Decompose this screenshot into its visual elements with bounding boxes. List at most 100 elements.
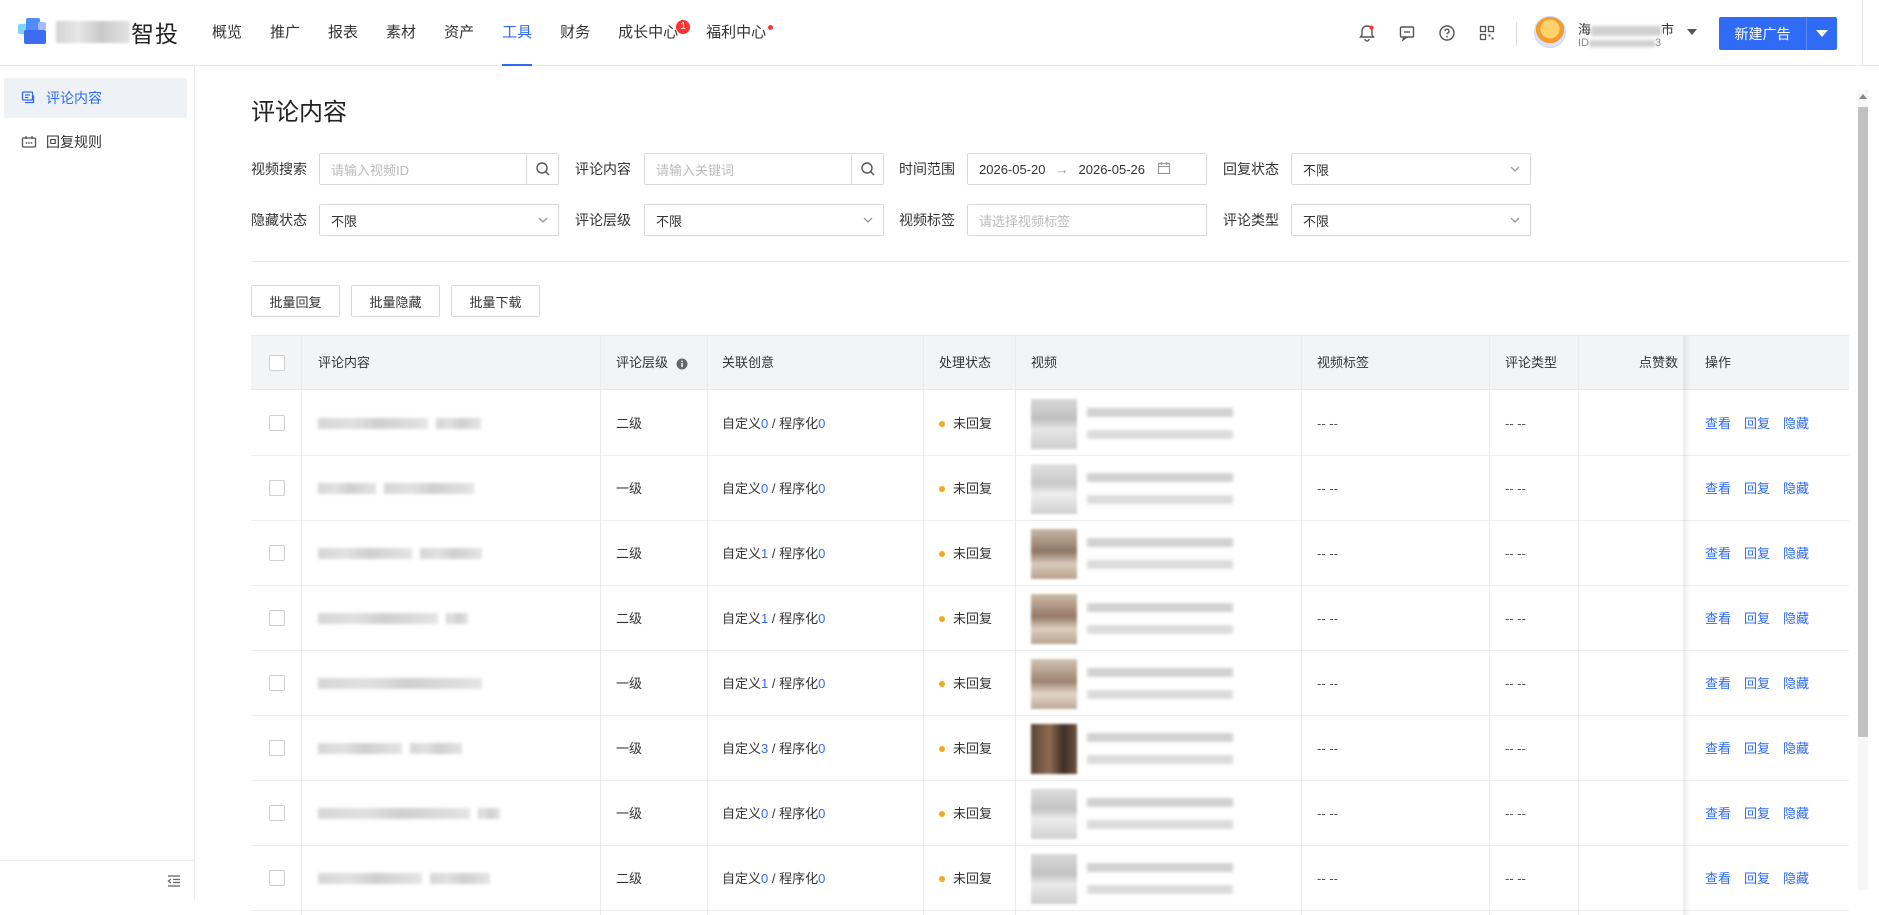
logo-text: 智投 [131,21,179,47]
scroll-up-icon[interactable] [1859,94,1867,99]
date-end[interactable]: 2026-05-26 [1079,162,1146,177]
comment-text-redacted[interactable] [318,548,412,559]
batch-reply-button[interactable]: 批量回复 [251,285,340,317]
nav-welfare-center[interactable]: 福利中心 [706,0,774,66]
hide-link[interactable]: 隐藏 [1783,456,1809,521]
reply-link[interactable]: 回复 [1744,521,1770,586]
hide-link[interactable]: 隐藏 [1783,521,1809,586]
nav-reports[interactable]: 报表 [328,0,358,66]
video-cell[interactable] [1015,586,1301,651]
view-link[interactable]: 查看 [1705,456,1731,521]
comment-text-redacted[interactable] [318,743,402,754]
reply-link[interactable]: 回复 [1744,781,1770,846]
batch-download-button[interactable]: 批量下载 [451,285,540,317]
new-ad-label[interactable]: 新建广告 [1719,17,1807,50]
row-checkbox[interactable] [269,545,285,561]
video-tag-select[interactable]: 请选择视频标签 [967,204,1207,236]
nav-materials[interactable]: 素材 [386,0,416,66]
user-name[interactable]: 海市 [1578,19,1674,38]
hide-link[interactable]: 隐藏 [1783,651,1809,716]
comment-text-redacted[interactable] [318,483,376,494]
select-all-checkbox[interactable] [269,355,285,371]
sidebar-item-reply-rules[interactable]: 回复规则 [4,122,187,162]
view-link[interactable]: 查看 [1705,391,1731,456]
hide-link[interactable]: 隐藏 [1783,716,1809,781]
row-checkbox[interactable] [269,415,285,431]
video-thumbnail[interactable] [1031,659,1077,709]
comment-text-redacted[interactable] [318,613,438,624]
new-ad-dropdown[interactable] [1807,17,1837,50]
vertical-scrollbar[interactable] [1855,90,1869,900]
new-ad-button[interactable]: 新建广告 [1719,17,1837,50]
date-start[interactable]: 2026-05-20 [968,162,1046,177]
video-thumbnail[interactable] [1031,594,1077,644]
video-thumbnail[interactable] [1031,399,1077,449]
message-icon[interactable] [1396,22,1418,44]
reply-link[interactable]: 回复 [1744,391,1770,456]
reply-link[interactable]: 回复 [1744,846,1770,911]
reply-link[interactable]: 回复 [1744,716,1770,781]
video-thumbnail[interactable] [1031,724,1077,774]
row-checkbox[interactable] [269,805,285,821]
video-cell[interactable] [1015,846,1301,911]
video-cell[interactable] [1015,716,1301,781]
comment-text-redacted[interactable] [318,808,470,819]
comment-text-redacted[interactable] [318,873,422,884]
comment-text-redacted[interactable] [318,678,482,689]
comment-type-select[interactable]: 不限 [1291,204,1531,236]
video-cell[interactable] [1015,391,1301,456]
row-checkbox[interactable] [269,870,285,886]
search-icon[interactable] [526,154,558,184]
apps-icon[interactable] [1476,22,1498,44]
batch-hide-button[interactable]: 批量隐藏 [351,285,440,317]
nav-finance[interactable]: 财务 [560,0,590,66]
logo[interactable]: 智投 [18,16,179,48]
video-thumbnail[interactable] [1031,529,1077,579]
nav-growth-center[interactable]: 成长中心 1 [618,0,691,66]
view-link[interactable]: 查看 [1705,521,1731,586]
hide-link[interactable]: 隐藏 [1783,846,1809,911]
search-icon[interactable] [851,154,883,184]
bell-icon[interactable] [1356,22,1378,44]
video-cell[interactable] [1015,521,1301,586]
view-link[interactable]: 查看 [1705,781,1731,846]
view-link[interactable]: 查看 [1705,716,1731,781]
video-cell[interactable] [1015,781,1301,846]
comment-text-redacted[interactable] [318,418,428,429]
row-checkbox[interactable] [269,610,285,626]
scrollbar-thumb[interactable] [1858,107,1868,737]
comment-keyword-input[interactable]: 请输入关键词 [644,153,884,185]
nav-assets[interactable]: 资产 [444,0,474,66]
help-icon[interactable] [1436,22,1458,44]
row-checkbox[interactable] [269,480,285,496]
comment-level-select[interactable]: 不限 [644,204,884,236]
nav-tools[interactable]: 工具 [502,0,533,66]
video-cell[interactable] [1015,651,1301,716]
nav-promotion[interactable]: 推广 [270,0,300,66]
row-checkbox[interactable] [269,675,285,691]
chevron-down-icon[interactable] [1687,29,1697,35]
sidebar-item-comments[interactable]: 评论内容 [4,78,187,118]
reply-link[interactable]: 回复 [1744,456,1770,521]
video-thumbnail[interactable] [1031,464,1077,514]
video-cell[interactable] [1015,456,1301,521]
hide-link[interactable]: 隐藏 [1783,781,1809,846]
video-thumbnail[interactable] [1031,789,1077,839]
nav-overview[interactable]: 概览 [212,0,242,66]
date-range-picker[interactable]: 2026-05-20 → 2026-05-26 [967,153,1207,185]
reply-status-select[interactable]: 不限 [1291,153,1531,185]
collapse-menu-icon[interactable] [166,873,182,889]
reply-link[interactable]: 回复 [1744,651,1770,716]
view-link[interactable]: 查看 [1705,586,1731,651]
info-icon[interactable] [676,358,688,370]
view-link[interactable]: 查看 [1705,846,1731,911]
row-checkbox[interactable] [269,740,285,756]
video-search-input[interactable]: 请输入视频ID [319,153,559,185]
avatar[interactable] [1534,16,1566,48]
hidden-status-select[interactable]: 不限 [319,204,559,236]
view-link[interactable]: 查看 [1705,651,1731,716]
reply-link[interactable]: 回复 [1744,586,1770,651]
hide-link[interactable]: 隐藏 [1783,391,1809,456]
video-thumbnail[interactable] [1031,854,1077,904]
hide-link[interactable]: 隐藏 [1783,586,1809,651]
